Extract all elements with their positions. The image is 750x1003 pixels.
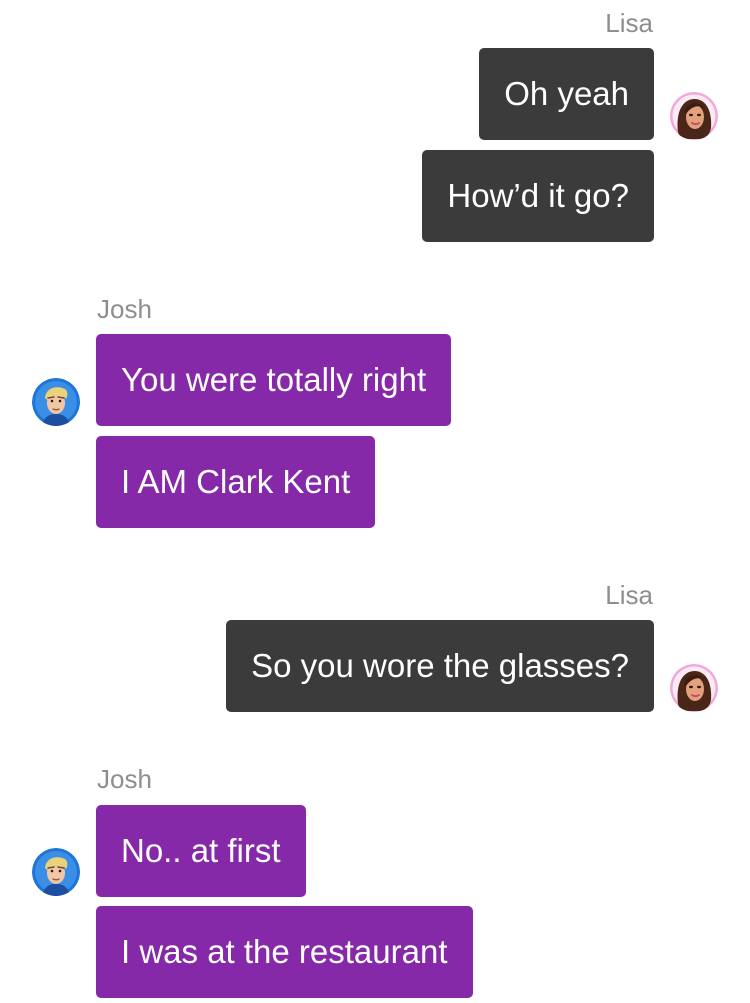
man-portrait-icon <box>32 848 80 896</box>
josh-avatar[interactable] <box>32 378 80 426</box>
message-bubble[interactable]: I AM Clark Kent <box>96 436 376 528</box>
josh-avatar[interactable] <box>32 848 80 896</box>
sender-name-josh: Josh <box>97 294 152 324</box>
lisa-avatar[interactable] <box>670 92 718 140</box>
lisa-avatar[interactable] <box>670 664 718 712</box>
woman-portrait-icon <box>670 92 718 140</box>
sender-name-lisa: Lisa <box>605 8 653 38</box>
message-bubble[interactable]: No.. at first <box>96 805 306 897</box>
sender-name-josh: Josh <box>97 764 152 794</box>
message-bubble[interactable]: How’d it go? <box>422 150 654 242</box>
message-bubble[interactable]: Oh yeah <box>479 48 654 140</box>
woman-portrait-icon <box>670 664 718 712</box>
sender-name-lisa: Lisa <box>605 580 653 610</box>
man-portrait-icon <box>32 378 80 426</box>
message-bubble[interactable]: I was at the restaurant <box>96 906 473 998</box>
message-bubble[interactable]: So you wore the glasses? <box>226 620 654 712</box>
message-bubble[interactable]: You were totally right <box>96 334 452 426</box>
